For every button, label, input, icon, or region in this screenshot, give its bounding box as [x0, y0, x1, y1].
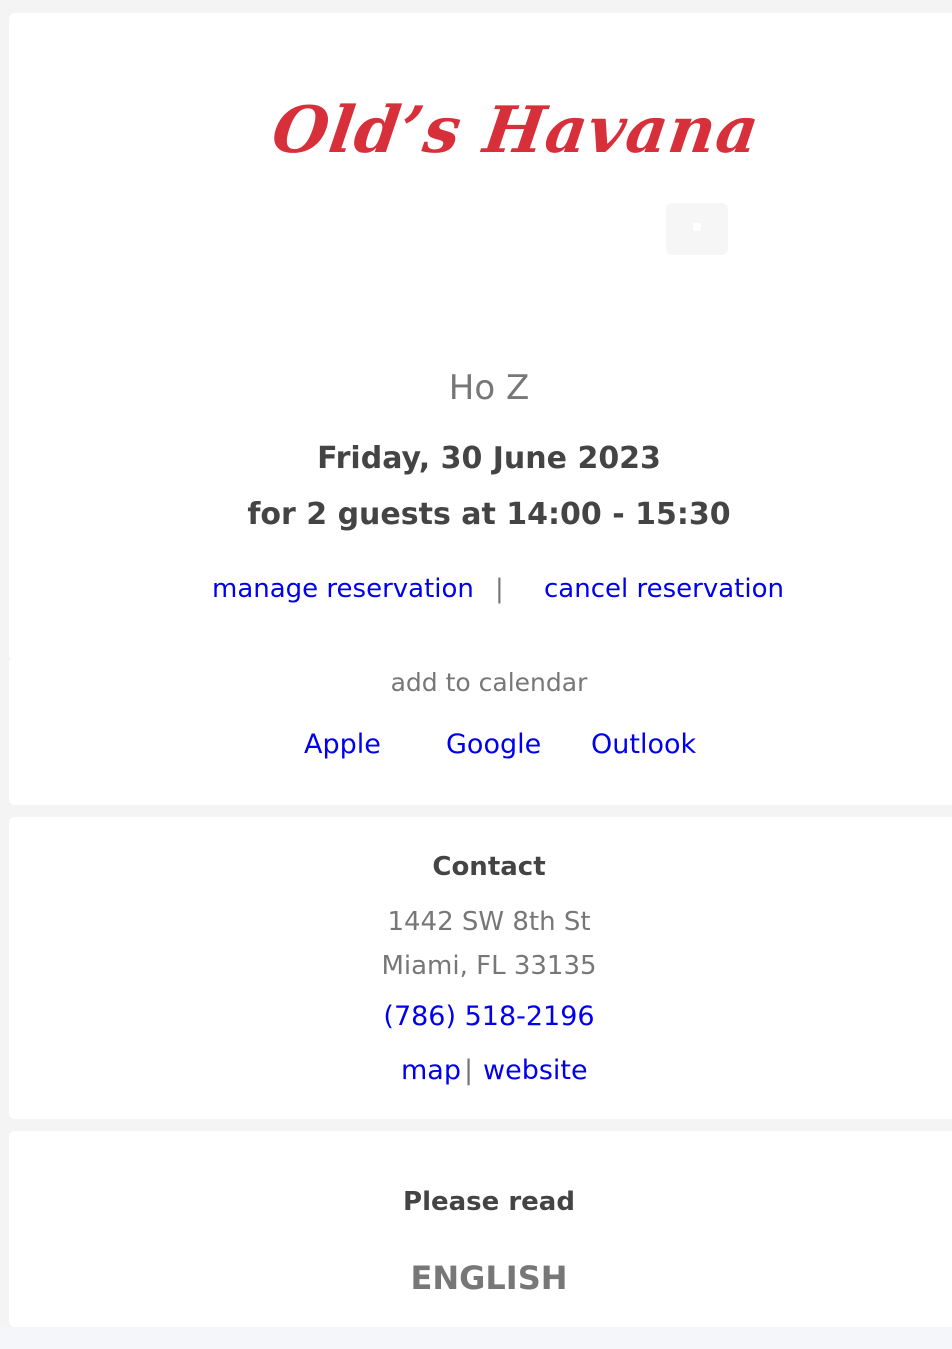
- bottom-strip: [0, 1327, 952, 1349]
- notice-title: Please read: [403, 1187, 575, 1217]
- image-placeholder-icon: [666, 203, 728, 255]
- notice-card: Please read ENGLISH: [9, 1131, 952, 1327]
- manage-reservation-link[interactable]: manage reservation: [212, 574, 474, 604]
- logo-text: Old’s Havana: [267, 93, 765, 168]
- phone-link[interactable]: (786) 518-2196: [383, 1001, 594, 1032]
- calendar-google-link[interactable]: Google: [446, 729, 541, 760]
- language-label: ENGLISH: [410, 1259, 568, 1297]
- contact-links-separator: |: [464, 1055, 474, 1086]
- map-link[interactable]: map: [401, 1055, 461, 1086]
- calendar-outlook-link[interactable]: Outlook: [591, 729, 696, 760]
- calendar-apple-link[interactable]: Apple: [304, 729, 381, 760]
- actions-separator: |: [495, 574, 504, 604]
- contact-title: Contact: [432, 852, 546, 882]
- contact-card: Contact 1442 SW 8th St Miami, FL 33135 (…: [9, 817, 952, 1119]
- calendar-card: add to calendar Apple Google Outlook: [9, 660, 952, 805]
- guest-name: Ho Z: [448, 368, 530, 408]
- reservation-card: Old’s Havana Ho Z Friday, 30 June 2023 f…: [9, 13, 952, 661]
- restaurant-logo: Old’s Havana: [268, 93, 765, 168]
- add-to-calendar-label: add to calendar: [390, 668, 588, 697]
- cancel-reservation-link[interactable]: cancel reservation: [544, 574, 784, 604]
- address-line-1: 1442 SW 8th St: [387, 907, 591, 937]
- reservation-date: Friday, 30 June 2023: [317, 441, 661, 476]
- website-link[interactable]: website: [483, 1055, 588, 1086]
- address-line-2: Miami, FL 33135: [381, 951, 597, 981]
- reservation-details: for 2 guests at 14:00 - 15:30: [247, 497, 731, 532]
